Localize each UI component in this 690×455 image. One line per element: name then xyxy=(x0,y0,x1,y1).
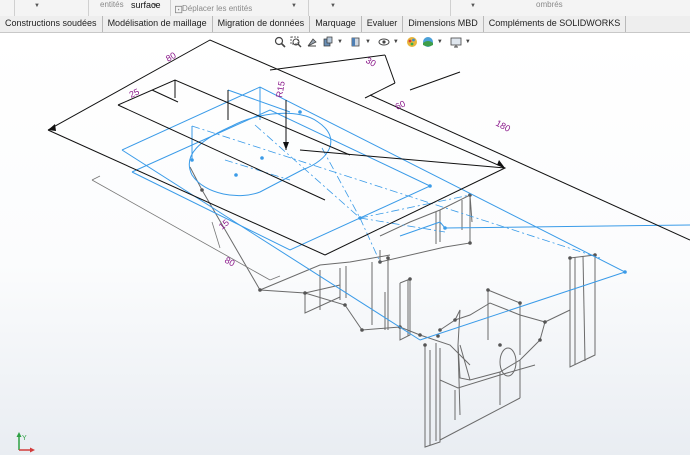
ribbon-separator xyxy=(14,0,15,16)
view-orientation-icon[interactable] xyxy=(349,35,363,49)
dropdown-caret-icon[interactable]: ▼ xyxy=(152,3,158,9)
zoom-area-icon[interactable] xyxy=(289,35,303,49)
command-manager-tabs: Constructions soudées Modélisation de ma… xyxy=(0,16,690,33)
dropdown-caret-icon[interactable]: ▼ xyxy=(291,3,297,9)
previous-view-icon[interactable] xyxy=(305,35,319,49)
ribbon-label-ombres[interactable]: ombrés xyxy=(536,0,563,9)
dropdown-caret-icon[interactable]: ▼ xyxy=(365,39,371,45)
graphics-area[interactable]: 80 25 30 R15 60 180 15 80 xyxy=(0,33,690,455)
dimension-60[interactable]: 60 xyxy=(394,99,407,112)
reference-triad[interactable]: Y xyxy=(8,430,38,455)
dimension-r15[interactable]: R15 xyxy=(274,80,287,98)
ribbon-separator xyxy=(88,0,89,16)
tab-evaluer[interactable]: Evaluer xyxy=(362,16,404,32)
view-settings-icon[interactable] xyxy=(449,35,463,49)
triad-y-label: Y xyxy=(22,435,27,442)
sketch-points xyxy=(190,110,627,274)
model-vertices xyxy=(200,188,597,347)
ribbon-top: ▼ entités surface ▼ ⊡ Déplacer les entit… xyxy=(0,0,690,17)
ribbon-label-deplacer[interactable]: Déplacer les entités xyxy=(182,4,252,13)
dropdown-caret-icon[interactable]: ▼ xyxy=(437,39,443,45)
tab-constructions-soudees[interactable]: Constructions soudées xyxy=(0,16,103,32)
sketch-centerlines xyxy=(191,124,601,263)
ribbon-separator xyxy=(308,0,309,16)
ribbon-separator xyxy=(450,0,451,16)
model-drawing[interactable]: 80 25 30 R15 60 180 15 80 xyxy=(0,33,690,455)
tab-migration-donnees[interactable]: Migration de données xyxy=(213,16,311,32)
dropdown-caret-icon[interactable]: ▼ xyxy=(470,3,476,9)
model-wireframe xyxy=(189,166,596,448)
dimension-80-bottom[interactable]: 80 xyxy=(223,255,237,269)
dimension-extension-lines xyxy=(91,175,281,281)
tab-modelisation-maillage[interactable]: Modélisation de maillage xyxy=(103,16,213,32)
section-view-icon[interactable] xyxy=(321,35,335,49)
dropdown-caret-icon[interactable]: ▼ xyxy=(337,39,343,45)
apply-scene-icon[interactable] xyxy=(421,35,435,49)
ribbon-separator xyxy=(170,0,171,16)
edit-appearance-icon[interactable] xyxy=(405,35,419,49)
tab-marquage[interactable]: Marquage xyxy=(310,16,362,32)
dropdown-caret-icon[interactable]: ▼ xyxy=(465,39,471,45)
tab-complements-solidworks[interactable]: Compléments de SOLIDWORKS xyxy=(484,16,627,32)
tab-dimensions-mbd[interactable]: Dimensions MBD xyxy=(403,16,484,32)
zoom-to-fit-icon[interactable] xyxy=(273,35,287,49)
heads-up-view-toolbar: ▼ ▼ ▼ ▼ ▼ xyxy=(273,35,475,49)
ribbon-label-entites[interactable]: entités xyxy=(100,0,124,9)
display-style-icon[interactable] xyxy=(377,35,391,49)
dropdown-caret-icon[interactable]: ▼ xyxy=(393,39,399,45)
dimension-80-top[interactable]: 80 xyxy=(164,50,178,64)
dimension-25[interactable]: 25 xyxy=(128,87,141,100)
dropdown-caret-icon[interactable]: ▼ xyxy=(34,3,40,9)
dimension-geometry xyxy=(47,39,690,256)
dimension-180[interactable]: 180 xyxy=(494,118,512,134)
dropdown-caret-icon[interactable]: ▼ xyxy=(330,3,336,9)
